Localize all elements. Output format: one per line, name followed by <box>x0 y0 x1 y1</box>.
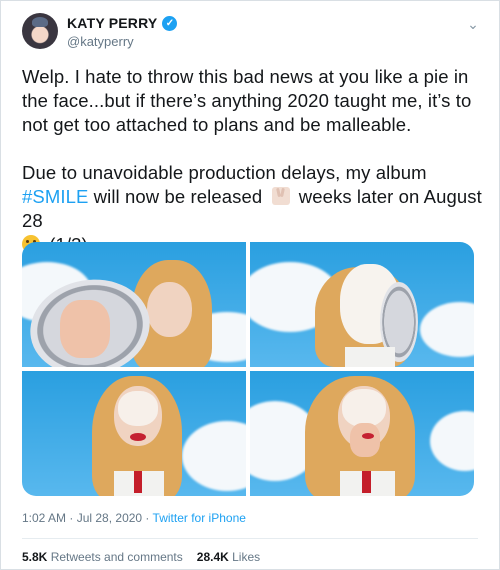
likes-stat[interactable]: 28.4K Likes <box>197 550 260 564</box>
photo-1[interactable] <box>22 242 246 367</box>
tweet-date[interactable]: Jul 28, 2020 <box>77 511 142 525</box>
tweet-stats: 5.8K Retweets and comments 28.4K Likes <box>22 550 260 564</box>
tweet-paragraph-1: Welp. I hate to throw this bad news at y… <box>22 66 472 135</box>
hashtag-link[interactable]: #SMILE <box>22 186 88 207</box>
retweets-count: 5.8K <box>22 550 48 564</box>
tweet-body: Welp. I hate to throw this bad news at y… <box>22 65 482 257</box>
separator-dot: · <box>142 511 153 525</box>
tweet-source-link[interactable]: Twitter for iPhone <box>153 511 246 525</box>
author-name-row: KATY PERRY ✓ <box>67 15 178 31</box>
retweets-label: Retweets and comments <box>47 550 183 564</box>
separator-dot: · <box>66 511 77 525</box>
avatar[interactable] <box>22 13 58 49</box>
chevron-down-icon[interactable]: ⌄ <box>464 15 482 33</box>
tweet-text-segment: will now be released <box>88 186 268 207</box>
photo-2[interactable] <box>250 242 474 367</box>
likes-label: Likes <box>228 550 261 564</box>
likes-count: 28.4K <box>196 550 229 564</box>
stats-divider <box>22 538 478 539</box>
photo-4[interactable] <box>250 371 474 496</box>
peace-sign-emoji-icon <box>271 187 290 205</box>
tweet-time[interactable]: 1:02 AM <box>22 511 66 525</box>
media-grid <box>22 242 474 496</box>
author-name[interactable]: KATY PERRY <box>67 15 157 31</box>
tweet-text-segment: Due to unavoidable production delays, my… <box>22 162 427 183</box>
verified-badge-icon: ✓ <box>162 15 178 31</box>
tweet-card: KATY PERRY ✓ @katyperry ⌄ Welp. I hate t… <box>0 0 500 570</box>
tweet-header: KATY PERRY ✓ @katyperry ⌄ <box>22 13 482 57</box>
author-handle[interactable]: @katyperry <box>67 34 134 49</box>
photo-3[interactable] <box>22 371 246 496</box>
retweets-stat[interactable]: 5.8K Retweets and comments <box>22 550 183 564</box>
tweet-timestamp-line: 1:02 AM · Jul 28, 2020 · Twitter for iPh… <box>22 511 246 525</box>
